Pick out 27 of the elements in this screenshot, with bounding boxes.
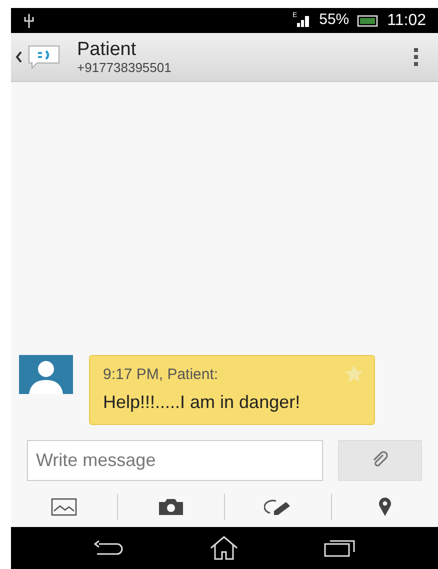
message-text: Help!!!.....I am in danger! <box>103 391 302 414</box>
home-icon <box>209 535 240 561</box>
signal-icon <box>297 14 312 26</box>
back-button[interactable] <box>15 43 61 71</box>
chat-bubble-icon <box>27 43 61 71</box>
back-nav-button[interactable] <box>93 540 126 556</box>
camera-icon <box>158 498 184 516</box>
back-arrow-icon <box>93 540 126 556</box>
contact-name: Patient <box>77 40 138 59</box>
pencil-icon <box>264 498 292 516</box>
picture-frame-icon <box>51 498 77 516</box>
recent-apps-button[interactable] <box>324 538 356 558</box>
recent-apps-icon <box>324 538 356 558</box>
battery-percent: 55% <box>319 10 350 30</box>
home-button[interactable] <box>209 535 240 561</box>
message-input[interactable]: Write message <box>27 440 324 480</box>
star-icon[interactable] <box>344 364 364 382</box>
back-icon <box>15 51 23 63</box>
contact-number: +917738395501 <box>77 61 172 74</box>
battery-icon <box>357 14 380 26</box>
avatar-icon <box>19 354 73 394</box>
clock: 11:02 <box>387 10 426 30</box>
usb-icon <box>23 12 35 28</box>
map-pin-icon <box>378 497 392 517</box>
paperclip-icon <box>371 451 390 469</box>
attach-button[interactable] <box>338 440 422 480</box>
message-meta: 9:17 PM, Patient: <box>103 364 218 384</box>
